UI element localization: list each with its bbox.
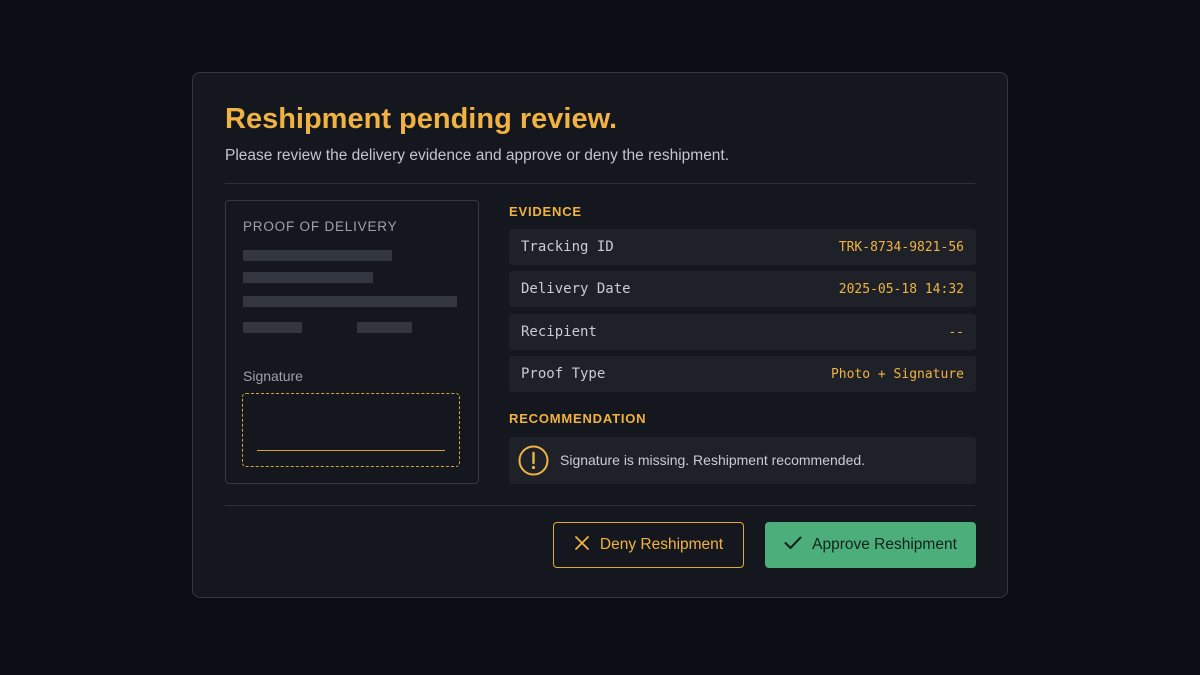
recommendation-heading: RECOMMENDATION [509, 411, 647, 426]
evidence-heading: EVIDENCE [509, 204, 582, 219]
close-icon [574, 535, 600, 556]
evidence-label: Tracking ID [521, 239, 614, 255]
evidence-row-proof-type: Proof Type Photo + Signature [509, 356, 976, 392]
recommendation-text: Signature is missing. Reshipment recomme… [560, 452, 866, 468]
dialog-title: Reshipment pending review. [225, 103, 618, 135]
dialog-subtitle: Please review the delivery evidence and … [225, 147, 730, 164]
footer-divider [225, 505, 975, 506]
deny-reshipment-button[interactable]: Deny Reshipment [553, 522, 744, 568]
approve-reshipment-button[interactable]: Approve Reshipment [765, 522, 976, 568]
proof-of-delivery-panel: PROOF OF DELIVERY Signature [225, 200, 479, 484]
evidence-row-delivery-date: Delivery Date 2025-05-18 14:32 [509, 271, 976, 307]
placeholder-line [357, 322, 412, 333]
evidence-value: Photo + Signature [830, 367, 964, 382]
evidence-label: Recipient [521, 324, 597, 340]
recommendation-box: Signature is missing. Reshipment recomme… [509, 437, 976, 484]
evidence-value: -- [948, 325, 964, 340]
signature-line [257, 450, 445, 451]
placeholder-line [243, 296, 457, 307]
evidence-row-tracking-id: Tracking ID TRK-8734-9821-56 [509, 229, 976, 265]
placeholder-line [243, 250, 392, 261]
placeholder-line [243, 322, 302, 333]
placeholder-line [243, 272, 373, 283]
deny-button-label: Deny Reshipment [599, 536, 724, 553]
signature-box [242, 393, 460, 467]
evidence-value: TRK-8734-9821-56 [838, 240, 964, 255]
evidence-label: Delivery Date [521, 281, 631, 297]
reshipment-review-dialog: Reshipment pending review. Please review… [192, 72, 1008, 598]
evidence-value: 2025-05-18 14:32 [838, 282, 964, 297]
warning-icon [518, 445, 549, 476]
evidence-label: Proof Type [521, 366, 606, 382]
check-icon [784, 536, 812, 555]
approve-button-label: Approve Reshipment [812, 536, 957, 553]
header-divider [225, 183, 975, 184]
signature-label: Signature [243, 368, 303, 384]
evidence-row-recipient: Recipient -- [509, 314, 976, 350]
proof-of-delivery-title: PROOF OF DELIVERY [243, 219, 398, 234]
